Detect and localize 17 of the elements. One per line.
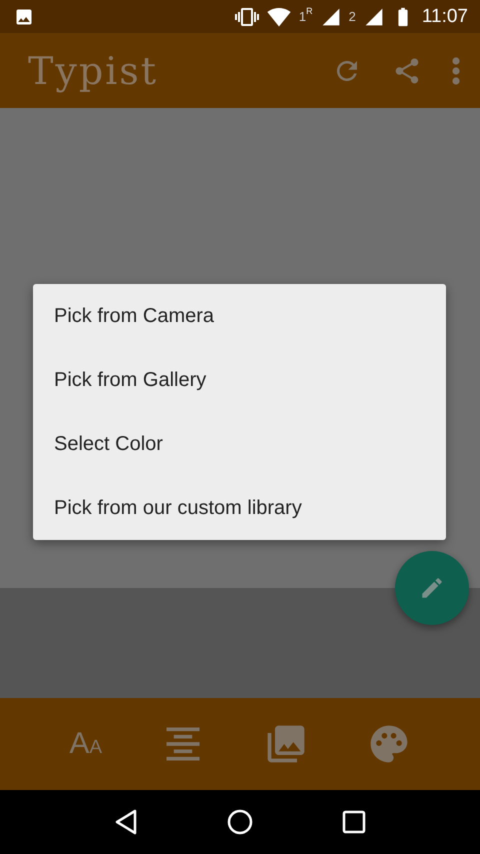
signal-icon	[364, 6, 384, 26]
dialog-option[interactable]: Select Color	[33, 412, 446, 476]
app-title: Typist	[28, 48, 160, 92]
home-button[interactable]	[226, 809, 253, 835]
more-icon	[452, 56, 460, 84]
more-button[interactable]	[452, 56, 460, 84]
sim-label: 1	[298, 9, 306, 24]
roaming-label: R	[306, 6, 313, 16]
dialog-option[interactable]: Pick from Camera	[33, 284, 446, 348]
image-icon	[14, 6, 34, 26]
signal-icon	[320, 6, 341, 26]
dialog-option[interactable]: Pick from our custom library	[33, 476, 446, 540]
dialog-option[interactable]: Pick from Gallery	[33, 348, 446, 412]
back-button[interactable]	[114, 809, 138, 835]
sim-label: 2	[348, 9, 356, 24]
clock: 11:07	[422, 6, 468, 28]
recents-button[interactable]	[342, 810, 366, 834]
